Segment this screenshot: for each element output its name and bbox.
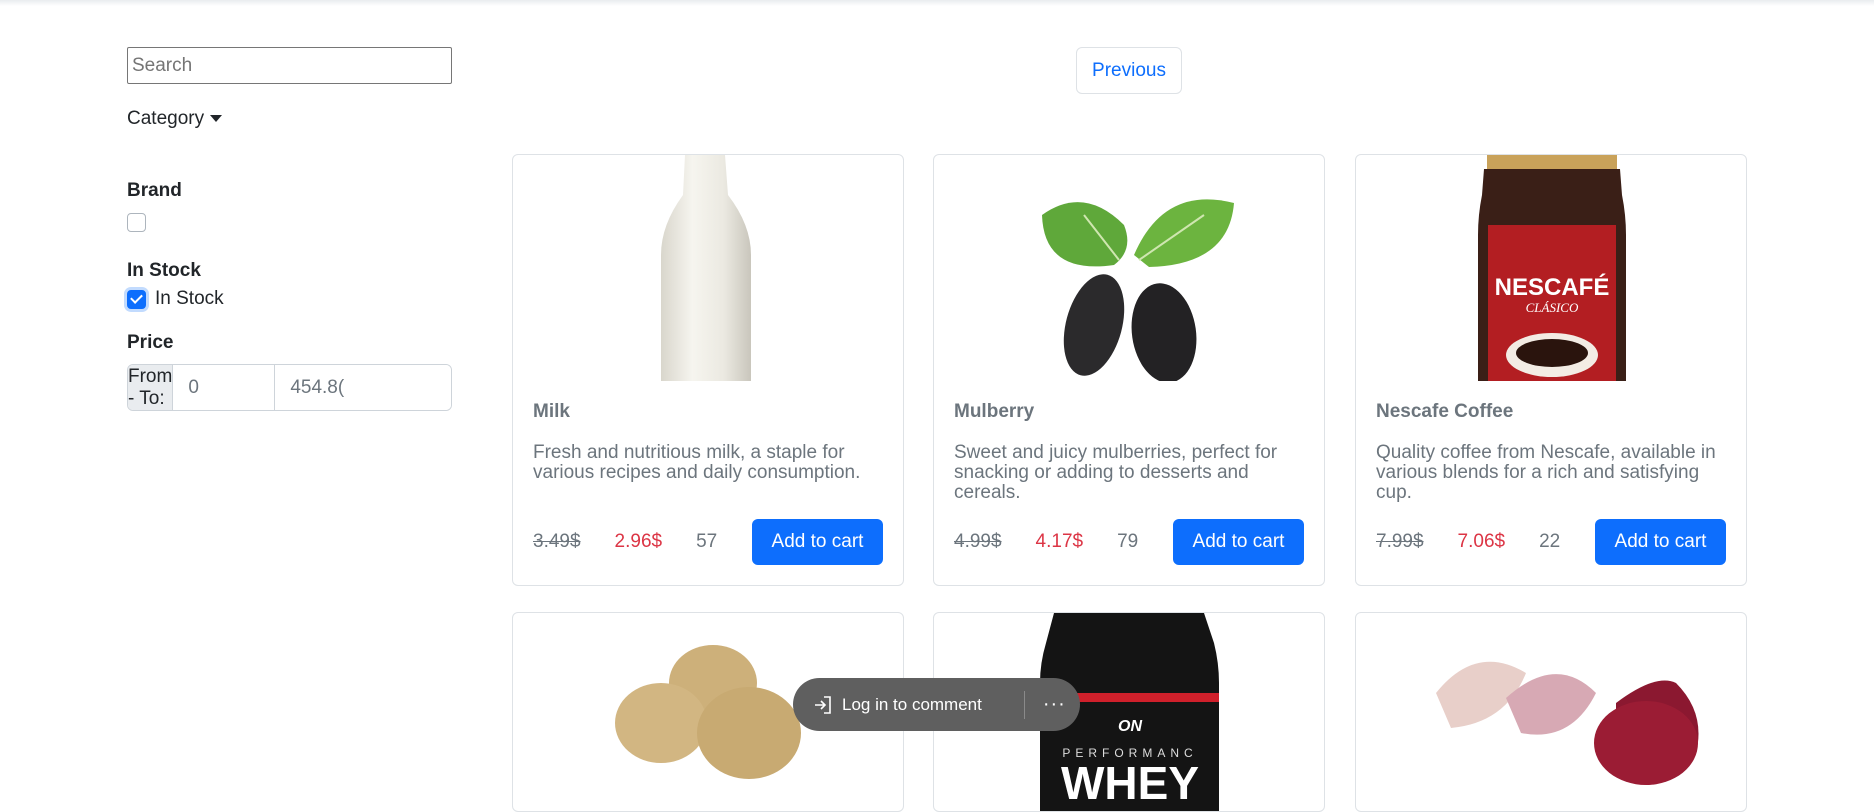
- login-icon[interactable]: [812, 694, 834, 716]
- add-to-cart-button[interactable]: Add to cart: [1595, 519, 1726, 565]
- category-label: Category: [127, 108, 205, 129]
- product-card-nescafe: NESCAFÉ CLÁSICO Nescafe Coffee Quality c…: [1355, 154, 1747, 586]
- product-card-mulberry: Mulberry Sweet and juicy mulberries, per…: [933, 154, 1325, 586]
- instock-checkbox-label: In Stock: [155, 288, 224, 309]
- product-image-milk: [513, 155, 903, 381]
- brand-checkbox[interactable]: [127, 213, 146, 232]
- product-image-mulberry: [934, 155, 1324, 381]
- instock-filter[interactable]: In Stock: [127, 288, 452, 310]
- add-to-cart-button[interactable]: Add to cart: [1173, 519, 1304, 565]
- price-from-input[interactable]: [173, 365, 276, 410]
- product-name: Milk: [533, 401, 570, 422]
- instock-checkbox[interactable]: [127, 289, 146, 309]
- price-range-group: From - To:: [127, 364, 452, 411]
- sale-price: 2.96$: [614, 531, 663, 552]
- more-options-icon[interactable]: ···: [1043, 693, 1066, 716]
- old-price: 3.49$: [533, 531, 581, 552]
- add-to-cart-button[interactable]: Add to cart: [752, 519, 883, 565]
- product-name: Nescafe Coffee: [1376, 401, 1514, 422]
- category-dropdown[interactable]: Category: [127, 108, 452, 130]
- caret-down-icon: [210, 114, 223, 122]
- top-shadow: [0, 0, 1874, 6]
- stock-quantity: 22: [1539, 531, 1561, 552]
- product-card-milk: Milk Fresh and nutritious milk, a staple…: [512, 154, 904, 586]
- sale-price: 4.17$: [1035, 531, 1084, 552]
- old-price: 7.99$: [1376, 531, 1424, 552]
- old-price: 4.99$: [954, 531, 1002, 552]
- stock-quantity: 57: [696, 531, 718, 552]
- search-input[interactable]: [127, 47, 452, 84]
- instock-heading: In Stock: [127, 260, 201, 281]
- whey-word-text: WHEY: [1061, 757, 1199, 809]
- filter-sidebar: Category Brand In Stock In Stock Price F…: [127, 47, 452, 411]
- product-description: Quality coffee from Nescafe, available i…: [1376, 442, 1716, 503]
- price-heading: Price: [127, 332, 174, 353]
- price-range-prefix: From - To:: [128, 365, 174, 410]
- brand-heading: Brand: [127, 180, 182, 201]
- whey-brand-text: ON: [1118, 718, 1142, 735]
- product-name: Mulberry: [954, 401, 1035, 422]
- product-image-nescafe: NESCAFÉ CLÁSICO: [1356, 155, 1746, 381]
- product-card-onion: [1355, 612, 1747, 812]
- nescafe-brand-text: NESCAFÉ: [1495, 273, 1610, 301]
- sale-price: 7.06$: [1457, 531, 1506, 552]
- nescafe-variant-text: CLÁSICO: [1526, 300, 1579, 315]
- previous-page-button[interactable]: Previous: [1076, 47, 1182, 94]
- login-to-comment-link[interactable]: Log in to comment: [842, 695, 982, 715]
- product-image-onion: [1356, 613, 1746, 811]
- stock-quantity: 79: [1117, 531, 1139, 552]
- product-description: Sweet and juicy mulberries, perfect for …: [954, 442, 1278, 503]
- comment-bar-divider: [1023, 690, 1025, 719]
- price-to-input[interactable]: [275, 365, 451, 410]
- product-description: Fresh and nutritious milk, a staple for …: [533, 442, 861, 483]
- comment-bar: Log in to comment ···: [793, 678, 1080, 731]
